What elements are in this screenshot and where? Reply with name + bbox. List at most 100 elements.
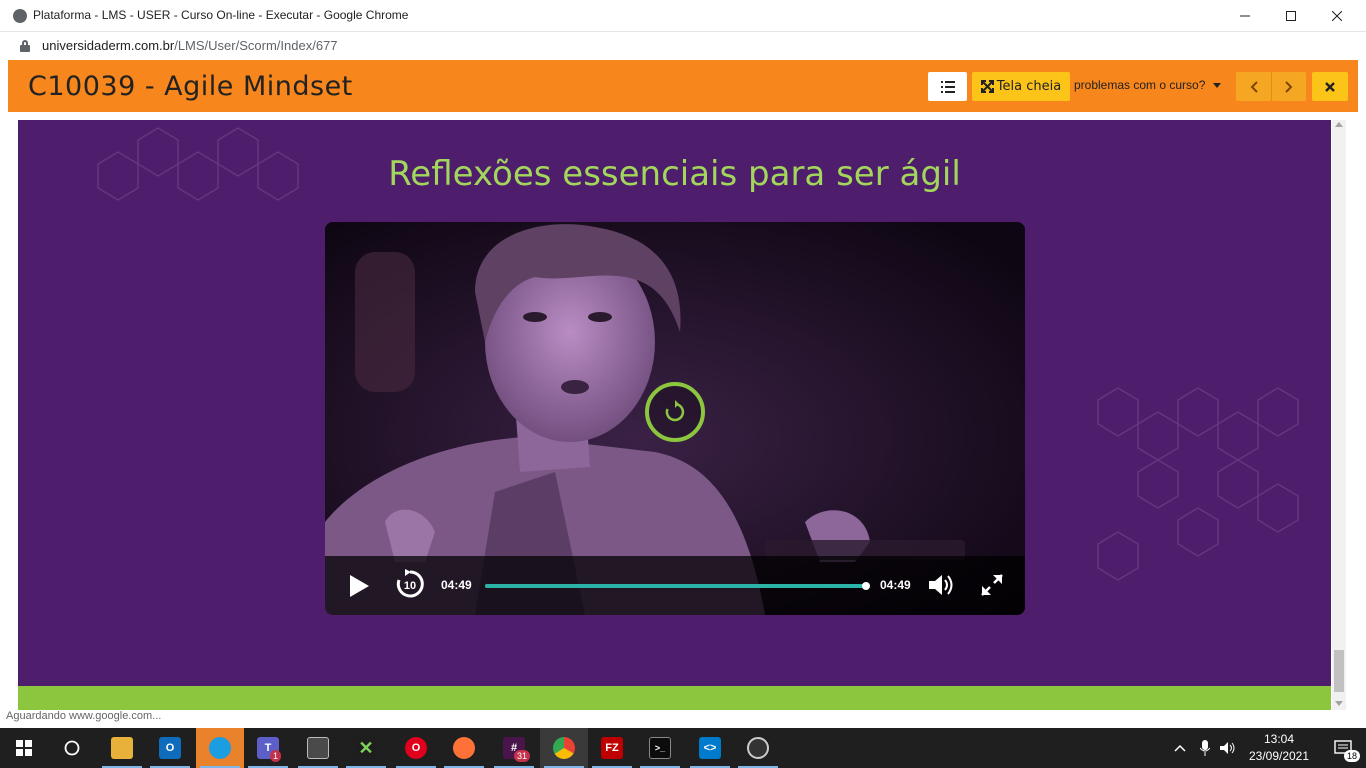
- notification-center-button[interactable]: 18: [1320, 728, 1366, 768]
- aperture-icon: [747, 737, 769, 759]
- url-text[interactable]: universidaderm.com.br/LMS/User/Scorm/Ind…: [42, 38, 338, 53]
- taskbar-outlook[interactable]: O: [146, 728, 194, 768]
- slide-footer-band: [18, 686, 1331, 710]
- chrome-icon: [553, 737, 575, 759]
- filezilla-icon: FZ: [601, 737, 623, 759]
- clock-date: 23/09/2021: [1248, 749, 1310, 763]
- scroll-up-icon[interactable]: [1335, 122, 1343, 127]
- close-icon: [1332, 11, 1342, 21]
- caret-down-icon: [1213, 83, 1222, 89]
- clock-time: 13:04: [1263, 732, 1295, 746]
- volume-icon: [929, 575, 953, 595]
- firefox-icon: [453, 737, 475, 759]
- address-bar[interactable]: universidaderm.com.br/LMS/User/Scorm/Ind…: [0, 32, 1366, 60]
- video-fullscreen-button[interactable]: [980, 573, 1004, 601]
- url-host: universidaderm.com.br: [42, 38, 175, 53]
- tray-volume[interactable]: [1220, 728, 1236, 768]
- fullscreen-button[interactable]: Tela cheia: [972, 72, 1070, 101]
- close-window-button[interactable]: [1314, 0, 1360, 32]
- list-icon: [940, 80, 955, 93]
- speaker-icon: [1220, 742, 1235, 754]
- replay-icon: [665, 400, 685, 422]
- video-controls: 10 04:49 04:49: [325, 556, 1025, 615]
- replay-button[interactable]: [645, 382, 705, 442]
- slack-badge: 31: [514, 750, 531, 762]
- minimize-icon: [1240, 15, 1250, 17]
- window-title: Plataforma - LMS - USER - Curso On-line …: [33, 8, 409, 22]
- slide-stage: Reflexões essenciais para ser ágil 10 04…: [18, 120, 1331, 686]
- expand-icon: [980, 80, 994, 93]
- start-button[interactable]: [0, 728, 48, 768]
- progress-bar[interactable]: [485, 582, 870, 590]
- tray-microphone[interactable]: [1200, 728, 1210, 768]
- title-bar: Plataforma - LMS - USER - Curso On-line …: [0, 0, 1366, 32]
- play-button[interactable]: [347, 574, 371, 602]
- next-button[interactable]: [1271, 72, 1306, 101]
- close-icon: [1325, 81, 1335, 92]
- taskbar-opera[interactable]: O: [392, 728, 440, 768]
- rewind-seconds: 10: [404, 580, 416, 592]
- scroll-thumb[interactable]: [1334, 650, 1344, 692]
- close-course-button[interactable]: [1312, 72, 1348, 101]
- fullscreen-icon: [981, 574, 1003, 596]
- folder-icon: [111, 737, 133, 759]
- windows-icon: [16, 740, 32, 756]
- opera-icon: O: [405, 737, 427, 759]
- problems-label: problemas com o curso?: [1074, 78, 1206, 92]
- taskbar-vscode[interactable]: <>: [686, 728, 734, 768]
- taskbar-aperture-app[interactable]: [734, 728, 782, 768]
- network-icon: [307, 737, 329, 759]
- url-path: /LMS/User/Scorm/Index/677: [174, 38, 338, 53]
- course-title: C10039 - Agile Mindset: [28, 71, 353, 102]
- taskbar-terminal[interactable]: >_: [636, 728, 684, 768]
- teams-badge: 1: [270, 750, 282, 762]
- volume-button[interactable]: [928, 573, 956, 601]
- vscode-icon: <>: [699, 737, 721, 759]
- taskbar-edge[interactable]: [196, 728, 244, 768]
- taskbar-firefox[interactable]: [440, 728, 488, 768]
- lms-header: C10039 - Agile Mindset Tela cheia proble…: [8, 60, 1358, 112]
- terminal-icon: >_: [649, 737, 671, 759]
- current-time: 04:49: [441, 578, 472, 592]
- search-icon: [64, 740, 80, 756]
- browser-window: Plataforma - LMS - USER - Curso On-line …: [0, 0, 1366, 728]
- search-button[interactable]: [48, 728, 96, 768]
- previous-button[interactable]: [1236, 72, 1271, 101]
- course-index-button[interactable]: [928, 72, 967, 101]
- taskbar-sheet-app[interactable]: ✕: [342, 728, 390, 768]
- course-content-frame: Reflexões essenciais para ser ágil 10 04…: [8, 112, 1358, 720]
- rewind-icon: 10: [396, 569, 424, 598]
- rewind-10-button[interactable]: 10: [395, 569, 425, 599]
- status-text: Aguardando www.google.com...: [6, 710, 162, 722]
- taskbar-file-explorer[interactable]: [98, 728, 146, 768]
- taskbar-teams[interactable]: T 1: [244, 728, 292, 768]
- maximize-button[interactable]: [1268, 0, 1314, 32]
- chevron-up-icon: [1174, 744, 1186, 752]
- taskbar: O T 1 ✕ O # 31 FZ >_ <> 13:04 23/09/2021…: [0, 728, 1366, 768]
- slide-heading: Reflexões essenciais para ser ágil: [388, 154, 961, 194]
- chevron-left-icon: [1250, 80, 1258, 93]
- taskbar-clock[interactable]: 13:04 23/09/2021: [1244, 731, 1314, 765]
- outlook-icon: O: [159, 737, 181, 759]
- lock-icon: [20, 40, 30, 52]
- x-tool-icon: ✕: [355, 737, 377, 759]
- video-player[interactable]: 10 04:49 04:49: [325, 222, 1025, 615]
- duration: 04:49: [880, 578, 911, 592]
- play-icon: [350, 575, 369, 597]
- taskbar-filezilla[interactable]: FZ: [588, 728, 636, 768]
- problems-dropdown[interactable]: problemas com o curso?: [1074, 78, 1222, 92]
- chevron-right-icon: [1285, 80, 1293, 93]
- taskbar-chrome[interactable]: [540, 728, 588, 768]
- maximize-icon: [1286, 11, 1296, 21]
- content-scrollbar[interactable]: [1332, 120, 1346, 710]
- progress-fill: [485, 584, 866, 588]
- tray-chevron[interactable]: [1174, 728, 1186, 768]
- minimize-button[interactable]: [1222, 0, 1268, 32]
- progress-knob[interactable]: [862, 582, 870, 590]
- taskbar-network-app[interactable]: [294, 728, 342, 768]
- microphone-icon: [1200, 740, 1210, 756]
- edge-icon: [209, 737, 231, 759]
- taskbar-slack[interactable]: # 31: [490, 728, 538, 768]
- scroll-down-icon[interactable]: [1335, 701, 1343, 706]
- notification-count: 18: [1344, 750, 1361, 762]
